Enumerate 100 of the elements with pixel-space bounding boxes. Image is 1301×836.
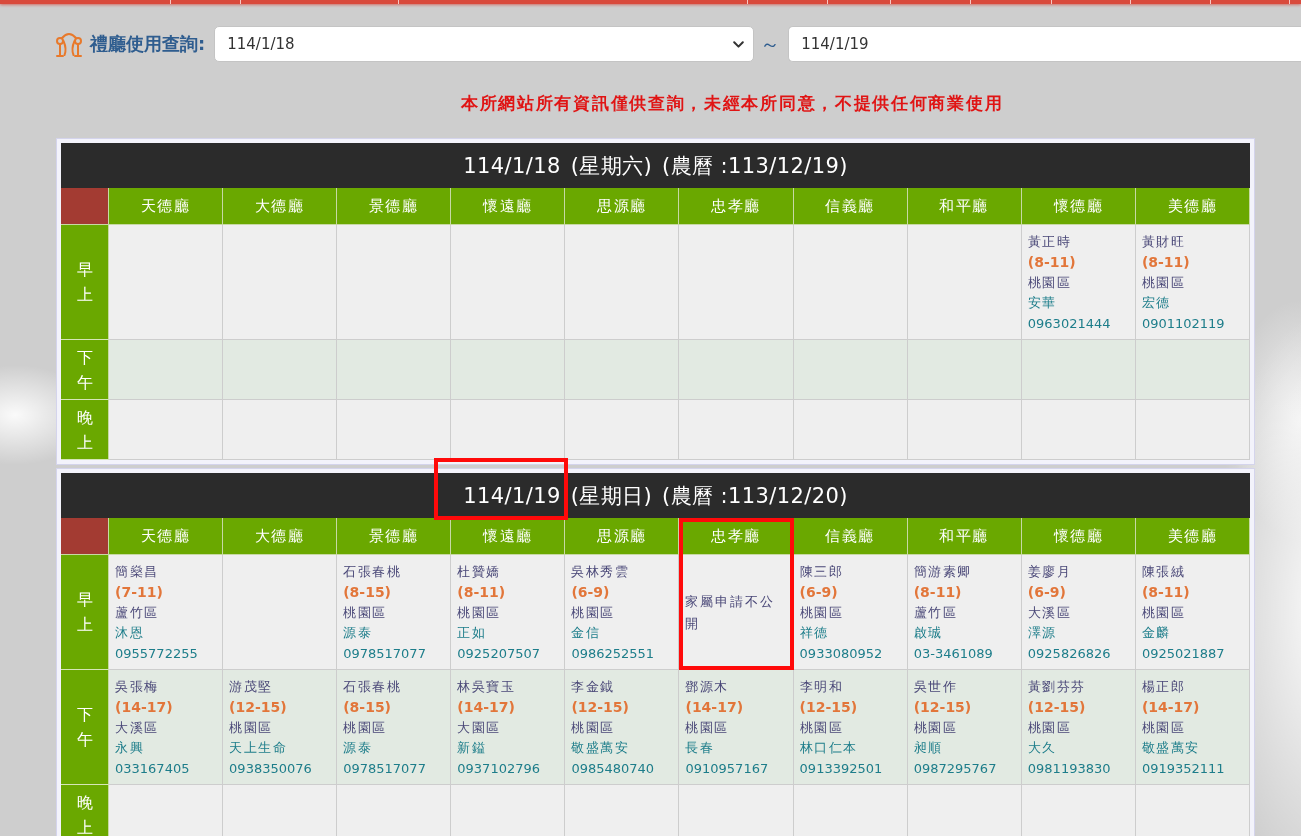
notice-text: 本所網站所有資訊僅供查詢，未經本所同意，不提供任何商業使用 [461, 93, 1004, 113]
time-range: (14-17) [115, 698, 174, 718]
phone-number: 0955772255 [115, 644, 199, 663]
start-date-select[interactable]: 114/1/18 [214, 26, 755, 62]
deceased-name: 陳三郎 [799, 563, 845, 582]
lunar-date-text: (農曆 :113/12/19) [662, 152, 848, 180]
phone-number: 0985480740 [571, 759, 656, 778]
deceased-name: 陳張絨 [1141, 563, 1187, 582]
period-label: 晚上 [61, 400, 109, 461]
hall-header: 懷遠廳 [451, 188, 566, 225]
deceased-name: 石張春桃 [343, 563, 403, 582]
period-label: 下午 [61, 670, 109, 786]
time-range: (8-11) [1141, 583, 1191, 603]
period-label: 早上 [61, 555, 109, 671]
district-name: 桃園區 [799, 718, 845, 737]
deceased-name: 李金鉞 [571, 678, 616, 697]
phone-number: 0938350076 [229, 759, 313, 778]
phone-number: 0913392501 [799, 759, 884, 778]
time-range: (8-11) [457, 583, 507, 603]
hall-header: 天德廳 [109, 188, 224, 225]
district-name: 桃園區 [799, 603, 845, 622]
phone-number: 0978517077 [343, 759, 427, 778]
hall-header: 懷德廳 [1021, 518, 1136, 556]
deceased-name: 簡游素卿 [913, 563, 973, 582]
weekday-text: (星期日) [570, 482, 653, 510]
deceased-name: 杜贊嬌 [457, 563, 502, 582]
range-separator: ～ [760, 30, 781, 58]
period-label: 晚上 [61, 785, 109, 836]
phone-number: 0925021887 [1141, 644, 1226, 663]
deceased-name: 吳張梅 [115, 678, 160, 697]
time-range: (7-11) [115, 583, 164, 603]
phone-number: 0901102119 [1141, 314, 1226, 333]
deceased-name: 黃財旺 [1141, 233, 1187, 251]
lunar-date-text: (農曆 :113/12/20) [662, 482, 848, 510]
deceased-name: 游茂堅 [229, 678, 274, 697]
time-range: (6-9) [571, 583, 611, 603]
hall-header: 景德廳 [337, 188, 452, 225]
deceased-name: 簡燊昌 [115, 563, 160, 582]
time-range: (12-15) [913, 698, 973, 718]
privacy-note: 家屬申請不公開 [685, 593, 777, 634]
funeral-home-name: 源泰 [343, 624, 374, 643]
district-name: 桃園區 [343, 603, 388, 622]
district-name: 桃園區 [571, 718, 616, 737]
hall-header: 思源廳 [565, 188, 680, 225]
phone-number: 0987295767 [913, 759, 998, 778]
end-date-select[interactable]: 114/1/19 [788, 26, 1301, 62]
phone-number: 0933080952 [799, 644, 884, 663]
hall-header: 信義廳 [793, 518, 908, 556]
district-name: 大園區 [457, 718, 502, 737]
time-range: (6-9) [1027, 583, 1067, 603]
time-range: (8-11) [913, 583, 963, 603]
time-range: (8-11) [1027, 253, 1077, 273]
district-name: 桃園區 [1141, 603, 1187, 622]
funeral-home-name: 敬盛萬安 [1141, 739, 1201, 758]
deceased-name: 李明和 [799, 678, 845, 697]
hall-header: 大德廳 [223, 518, 338, 556]
deceased-name: 吳林秀雲 [571, 563, 631, 582]
time-range: (12-15) [1027, 698, 1087, 718]
period-label: 早上 [61, 225, 109, 341]
funeral-home-name: 澤源 [1027, 624, 1058, 643]
district-name: 桃園區 [229, 718, 274, 737]
weekday-text: (星期六) [570, 152, 653, 180]
phone-number: 0919352111 [1141, 759, 1226, 778]
hall-header: 和平廳 [907, 188, 1022, 225]
deceased-name: 黃劉芬芬 [1027, 678, 1087, 697]
deceased-name: 黃正時 [1027, 233, 1073, 251]
funeral-home-name: 宏德 [1141, 294, 1172, 313]
time-range: (14-17) [457, 698, 516, 718]
funeral-home-name: 天上生命 [229, 739, 289, 758]
district-name: 大溪區 [1027, 603, 1073, 622]
phone-number: 0925207507 [457, 644, 541, 663]
hall-header: 懷德廳 [1021, 188, 1136, 225]
time-range: (12-15) [229, 698, 288, 718]
time-range: (6-9) [799, 583, 839, 603]
funeral-home-name: 正如 [457, 624, 488, 643]
time-range: (12-15) [571, 698, 630, 718]
district-name: 桃園區 [1027, 273, 1073, 292]
phone-number: 0910957167 [685, 759, 770, 778]
district-name: 蘆竹區 [913, 603, 959, 622]
funeral-home-name: 敬盛萬安 [571, 739, 631, 758]
district-name: 桃園區 [1141, 273, 1187, 292]
phone-number: 0963021444 [1027, 314, 1112, 333]
district-name: 桃園區 [571, 603, 616, 622]
phone-number: 0937102796 [457, 759, 541, 778]
deceased-name: 鄧源木 [685, 678, 730, 697]
time-range: (8-15) [343, 583, 393, 603]
funeral-home-name: 大久 [1027, 739, 1058, 758]
phone-number: 0981193830 [1027, 759, 1112, 778]
funeral-home-name: 永興 [115, 739, 145, 758]
hall-header: 天德廳 [109, 518, 224, 556]
time-range: (14-17) [1141, 698, 1201, 718]
district-name: 大溪區 [115, 718, 160, 737]
funeral-home-name: 長春 [685, 739, 716, 758]
search-label: 禮廳使用查詢: [90, 32, 206, 56]
phone-number: 0978517077 [343, 644, 427, 663]
hall-header: 美德廳 [1135, 518, 1250, 556]
hall-header: 和平廳 [907, 518, 1022, 556]
time-range: (8-11) [1141, 253, 1191, 273]
district-name: 蘆竹區 [115, 603, 160, 622]
deceased-name: 姜廖月 [1027, 563, 1073, 582]
